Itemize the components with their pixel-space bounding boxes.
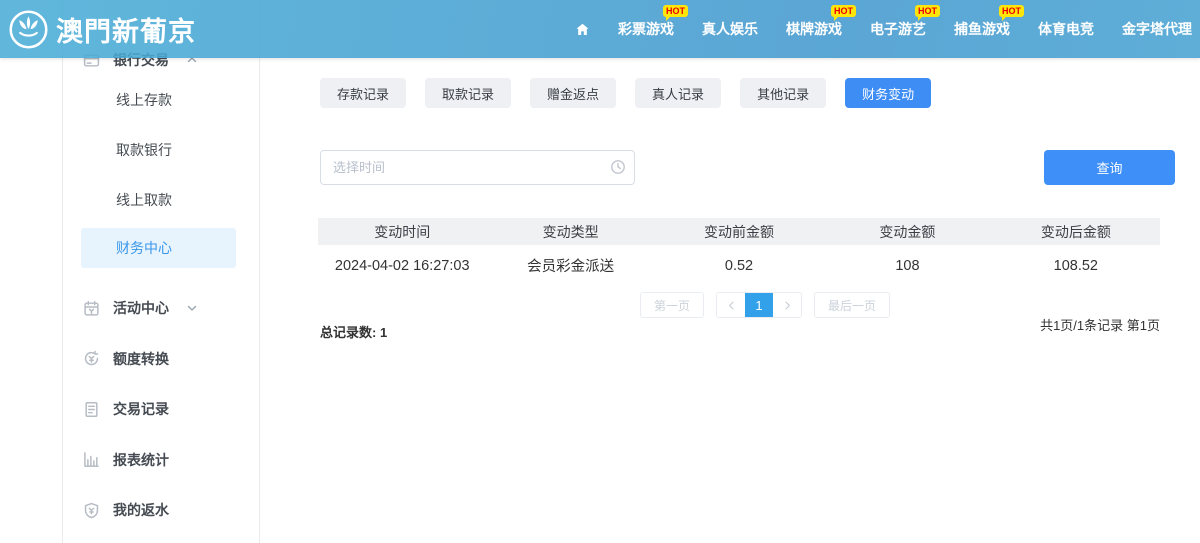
- records-info-row: 总记录数: 1 共1页/1条记录 第1页: [320, 315, 1160, 341]
- table-cell: 2024-04-02 16:27:03: [318, 258, 486, 274]
- sidebar-subitem-label: 线上存款: [116, 90, 172, 110]
- tab-finance-changes[interactable]: 财务变动: [845, 78, 931, 108]
- sidebar-item-label: 交易记录: [113, 399, 169, 419]
- table-header-cell: 变动时间: [318, 222, 486, 242]
- total-records-label: 总记录数: 1: [320, 322, 387, 341]
- table-cell: 0.52: [655, 258, 823, 274]
- clock-icon: [610, 159, 626, 175]
- nav-item-label: 彩票游戏: [618, 21, 674, 37]
- sidebar-item-label: 报表统计: [113, 450, 169, 470]
- nav-item-esports[interactable]: 体育电竞: [1038, 19, 1094, 39]
- sidebar-item-transaction-records[interactable]: 交易记录: [63, 394, 259, 424]
- search-button[interactable]: 查询: [1044, 150, 1175, 185]
- sidebar: 银行交易线上存款取款银行线上取款财务中心活动中心额度转换交易记录报表统计我的返水: [62, 0, 260, 543]
- tab-other-records[interactable]: 其他记录: [740, 78, 826, 108]
- nav-item-slots[interactable]: 电子游艺HOT: [870, 19, 926, 39]
- page: 银行交易线上存款取款银行线上取款财务中心活动中心额度转换交易记录报表统计我的返水…: [0, 0, 1200, 543]
- sidebar-item-label: 活动中心: [113, 298, 169, 318]
- sidebar-subitem-label: 财务中心: [116, 238, 172, 258]
- sidebar-item-report-stats[interactable]: 报表统计: [63, 445, 259, 475]
- tab-deposit-records[interactable]: 存款记录: [320, 78, 406, 108]
- nav-item-lottery[interactable]: 彩票游戏HOT: [618, 19, 674, 39]
- records-table: 变动时间变动类型变动前金额变动金额变动后金额 2024-04-02 16:27:…: [318, 218, 1160, 286]
- table-cell: 108: [823, 258, 991, 274]
- nav-item-label: 捕鱼游戏: [954, 21, 1010, 37]
- sidebar-menu: 银行交易线上存款取款银行线上取款财务中心活动中心额度转换交易记录报表统计我的返水: [63, 45, 259, 525]
- bar-chart-icon: [83, 451, 100, 468]
- shield-icon: [83, 502, 100, 519]
- document-icon: [83, 401, 100, 418]
- chevron-right-icon[interactable]: [773, 293, 801, 317]
- nav-item-label: 棋牌游戏: [786, 21, 842, 37]
- table-row: 2024-04-02 16:27:03会员彩金派送0.52108108.52: [318, 245, 1160, 286]
- table-header-cell: 变动类型: [486, 222, 654, 242]
- sidebar-item-quota-transfer[interactable]: 额度转换: [63, 344, 259, 374]
- table-cell: 108.52: [992, 258, 1160, 274]
- brand-name: 澳門新葡京: [56, 10, 196, 49]
- tab-bonus-rebate[interactable]: 赠金返点: [530, 78, 616, 108]
- lotus-logo-icon: [8, 9, 49, 50]
- main-nav: 彩票游戏HOT 真人娱乐 棋牌游戏HOT 电子游艺HOT 捕鱼游戏HOT 体育电竞 金字塔代…: [575, 19, 1192, 39]
- sidebar-item-online-withdraw[interactable]: 线上取款: [63, 175, 259, 225]
- chevron-left-icon[interactable]: [717, 293, 745, 317]
- nav-item-label: 金字塔代理: [1122, 21, 1192, 37]
- date-filter: [320, 150, 635, 185]
- nav-item-label: 真人娱乐: [702, 21, 758, 37]
- tab-withdraw-records[interactable]: 取款记录: [425, 78, 511, 108]
- sidebar-item-finance-center[interactable]: 财务中心: [81, 228, 236, 268]
- transfer-icon: [83, 350, 100, 367]
- nav-item-agent[interactable]: 金字塔代理: [1122, 19, 1192, 39]
- table-header-row: 变动时间变动类型变动前金额变动金额变动后金额: [318, 218, 1160, 245]
- sidebar-item-label: 我的返水: [113, 500, 169, 520]
- record-tabs: 存款记录取款记录赠金返点真人记录其他记录财务变动: [320, 78, 931, 108]
- calendar-icon: [83, 300, 100, 317]
- hot-badge: HOT: [915, 5, 940, 17]
- sidebar-item-my-rebate[interactable]: 我的返水: [63, 495, 259, 525]
- sidebar-item-withdraw-bank[interactable]: 取款银行: [63, 125, 259, 175]
- hot-badge: HOT: [663, 5, 688, 17]
- page-summary-label: 共1页/1条记录 第1页: [1040, 315, 1160, 334]
- table-cell: 会员彩金派送: [486, 255, 654, 276]
- brand-logo[interactable]: 澳門新葡京: [8, 9, 196, 50]
- nav-item-fishing[interactable]: 捕鱼游戏HOT: [954, 19, 1010, 39]
- nav-item-live[interactable]: 真人娱乐: [702, 19, 758, 39]
- tab-live-records[interactable]: 真人记录: [635, 78, 721, 108]
- nav-item-board[interactable]: 棋牌游戏HOT: [786, 19, 842, 39]
- home-icon[interactable]: [575, 22, 590, 37]
- sidebar-subitem-label: 线上取款: [116, 190, 172, 210]
- sidebar-item-label: 额度转换: [113, 349, 169, 369]
- main-content: 存款记录取款记录赠金返点真人记录其他记录财务变动 查询 变动时间变动类型变动前金…: [262, 58, 1200, 543]
- date-range-input[interactable]: [320, 150, 635, 185]
- nav-item-label: 体育电竞: [1038, 21, 1094, 37]
- chevron-down-icon: [186, 302, 198, 314]
- sidebar-subitem-label: 取款银行: [116, 140, 172, 160]
- table-header-cell: 变动金额: [823, 222, 991, 242]
- table-header-cell: 变动前金额: [655, 222, 823, 242]
- hot-badge: HOT: [831, 5, 856, 17]
- sidebar-item-online-deposit[interactable]: 线上存款: [63, 75, 259, 125]
- hot-badge: HOT: [999, 5, 1024, 17]
- top-header: 澳門新葡京 彩票游戏HOT真人娱乐棋牌游戏HOT电子游艺HOT捕鱼游戏HOT体育…: [0, 0, 1200, 58]
- table-body: 2024-04-02 16:27:03会员彩金派送0.52108108.52: [318, 245, 1160, 286]
- nav-item-label: 电子游艺: [870, 21, 926, 37]
- table-header-cell: 变动后金额: [992, 222, 1160, 242]
- pagination-current-page[interactable]: 1: [745, 293, 773, 317]
- sidebar-item-activity-center[interactable]: 活动中心: [63, 293, 259, 323]
